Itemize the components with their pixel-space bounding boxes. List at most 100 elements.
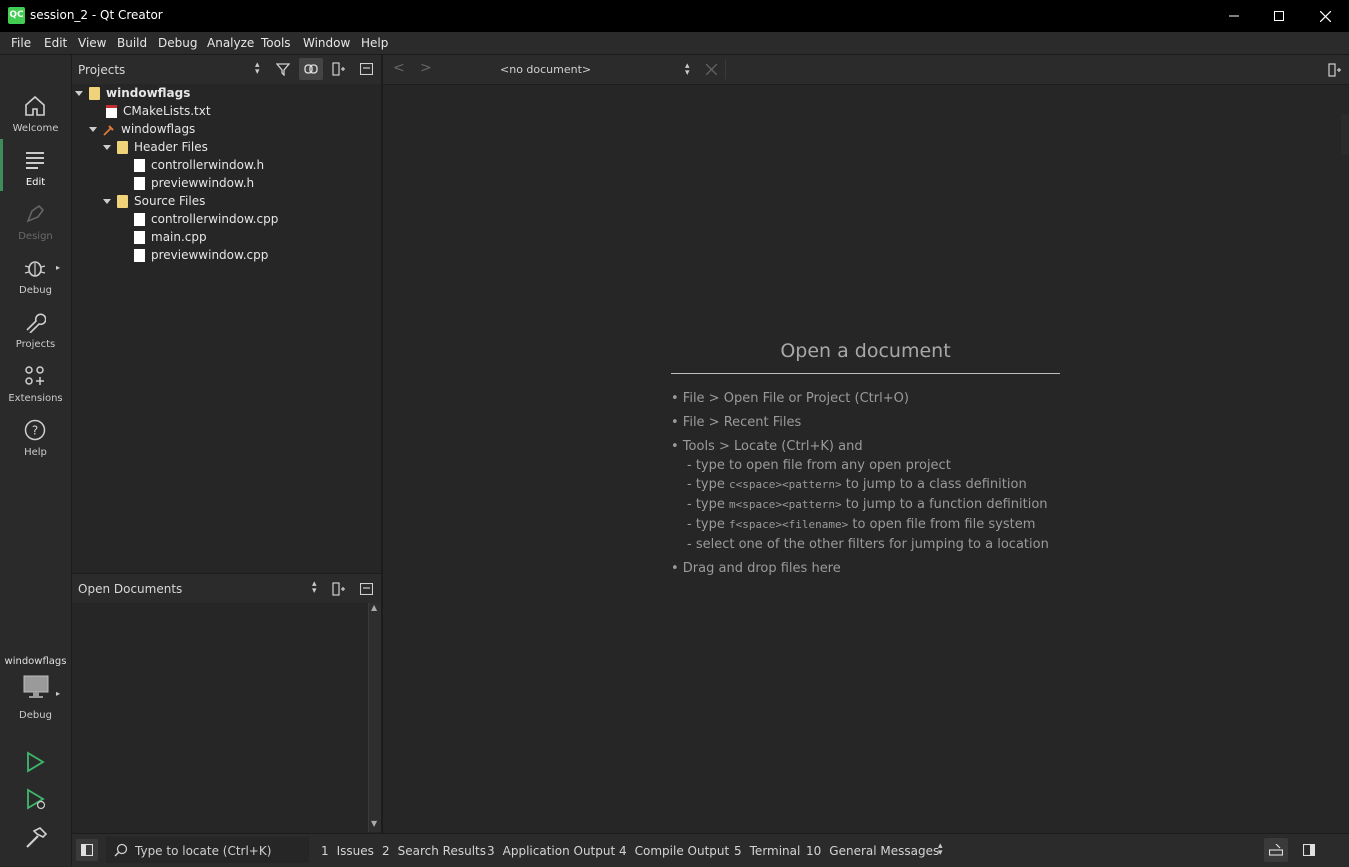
tree-item-file[interactable]: previewwindow.h <box>134 174 254 192</box>
mode-edit[interactable]: Edit <box>0 139 71 193</box>
hint-locate-filesystem: - type f<space><filename> to open file f… <box>687 517 1036 532</box>
open-documents-list[interactable]: ▲ ▼ <box>72 603 381 832</box>
split-pane-icon[interactable] <box>332 62 346 76</box>
cpp-file-icon <box>134 213 145 226</box>
debug-run-button[interactable] <box>24 788 48 812</box>
mode-design-label: Design <box>18 231 53 242</box>
run-play-icon <box>27 751 45 773</box>
collapse-arrow-icon[interactable] <box>89 127 97 132</box>
right-sidebar-toggle-icon[interactable] <box>1303 844 1315 856</box>
maximize-button[interactable] <box>1256 0 1302 32</box>
projects-pane-title[interactable]: Projects <box>78 63 125 77</box>
debug-play-icon <box>27 788 46 810</box>
build-target-hammer-icon <box>103 123 115 136</box>
back-arrow-icon[interactable]: < <box>393 60 405 76</box>
close-pane-icon[interactable] <box>360 63 373 75</box>
document-selector[interactable]: <no document> ▴ ▾ <box>443 58 695 80</box>
menu-debug[interactable]: Debug <box>158 36 197 50</box>
mode-debug-label: Debug <box>19 285 52 296</box>
output-tab-compile-output[interactable]: 4 Compile Output <box>619 844 729 858</box>
vertical-scrollbar[interactable]: ▲ ▼ <box>368 603 381 832</box>
monitor-icon <box>23 675 49 698</box>
run-button[interactable] <box>24 751 48 775</box>
collapse-arrow-icon[interactable] <box>103 145 111 150</box>
menu-view[interactable]: View <box>78 36 106 50</box>
tree-item-project-root[interactable]: windowflags <box>75 84 190 102</box>
mode-help[interactable]: ? Help <box>0 409 71 463</box>
pen-nib-icon <box>26 204 45 223</box>
toggle-sidebar-button[interactable] <box>76 839 98 861</box>
mode-extensions[interactable]: Extensions <box>0 355 71 409</box>
mode-design[interactable]: Design <box>0 193 71 247</box>
menu-edit[interactable]: Edit <box>44 36 67 50</box>
menu-file[interactable]: File <box>11 36 31 50</box>
editor-area[interactable]: Open a document • File > Open File or Pr… <box>383 85 1349 832</box>
split-editor-icon[interactable] <box>1328 63 1342 77</box>
tree-item-file[interactable]: previewwindow.cpp <box>134 246 268 264</box>
close-document-icon[interactable] <box>706 64 717 75</box>
header-file-icon <box>134 177 145 190</box>
tree-item-target[interactable]: windowflags <box>89 120 195 138</box>
editor-scroll-edge <box>1341 115 1349 155</box>
tree-item-file[interactable]: controllerwindow.h <box>134 156 264 174</box>
mode-debug[interactable]: ▸ Debug <box>0 247 71 301</box>
close-window-button[interactable] <box>1302 0 1348 32</box>
menu-window[interactable]: Window <box>303 36 350 50</box>
tree-item-file[interactable]: controllerwindow.cpp <box>134 210 278 228</box>
tree-item-source-files[interactable]: Source Files <box>103 192 205 210</box>
tree-item-file[interactable]: main.cpp <box>134 228 207 246</box>
link-with-editor-button[interactable] <box>299 58 323 80</box>
output-tab-application-output[interactable]: 3 Application Output <box>487 844 615 858</box>
locator-input[interactable]: Type to locate (Ctrl+K) <box>106 837 309 863</box>
build-button[interactable] <box>24 826 48 850</box>
close-pane-icon[interactable] <box>360 583 373 595</box>
hint-drag-drop: • Drag and drop files here <box>671 561 841 576</box>
cpp-file-icon <box>134 249 145 262</box>
editor-toolbar: < > <no document> ▴ ▾ <box>383 55 1349 85</box>
mode-projects-label: Projects <box>15 339 56 350</box>
mode-welcome[interactable]: Welcome <box>0 85 71 139</box>
open-document-heading: Open a document <box>780 340 951 362</box>
tree-item-header-files[interactable]: Header Files <box>103 138 208 156</box>
hint-recent-files: • File > Recent Files <box>671 415 802 430</box>
heading-underline <box>671 373 1060 374</box>
menu-help[interactable]: Help <box>361 36 388 50</box>
minimize-button[interactable] <box>1211 0 1257 32</box>
extensions-grid-icon <box>25 366 44 385</box>
menu-build[interactable]: Build <box>117 36 147 50</box>
kit-selector[interactable]: windowflags ▸ Debug <box>0 646 71 726</box>
header-file-icon <box>134 159 145 172</box>
menu-analyze[interactable]: Analyze <box>207 36 254 50</box>
title-bar: QC session_2 - Qt Creator <box>0 0 1349 32</box>
output-tab-general-messages[interactable]: 10 General Messages <box>806 844 939 858</box>
collapse-arrow-icon[interactable] <box>103 199 111 204</box>
filter-icon[interactable] <box>276 62 290 76</box>
scroll-down-icon[interactable]: ▼ <box>371 819 377 828</box>
output-tab-terminal[interactable]: 5 Terminal <box>734 844 800 858</box>
open-documents-title[interactable]: Open Documents <box>78 582 182 596</box>
collapse-arrow-icon[interactable] <box>75 91 83 96</box>
view-selector-arrows-icon[interactable]: ▴ ▾ <box>312 580 317 596</box>
hint-locate-filters: - select one of the other filters for ju… <box>687 537 1049 552</box>
bug-icon <box>24 261 46 277</box>
view-selector-arrows-icon[interactable]: ▴ ▾ <box>255 61 260 77</box>
mode-help-label: Help <box>24 447 47 458</box>
question-circle-icon: ? <box>24 419 46 441</box>
output-tab-search-results[interactable]: 2 Search Results <box>382 844 486 858</box>
forward-arrow-icon[interactable]: > <box>420 60 432 76</box>
tree-item-cmakelists[interactable]: CMakeLists.txt <box>106 102 211 120</box>
svg-text:?: ? <box>32 424 38 438</box>
expand-arrow-icon: ▸ <box>56 263 61 272</box>
scroll-up-icon[interactable]: ▲ <box>371 603 377 612</box>
more-output-panes-arrows-icon[interactable]: ▴ ▾ <box>938 842 943 858</box>
document-selector-value: <no document> <box>500 63 592 76</box>
mode-projects[interactable]: Projects <box>0 301 71 355</box>
output-tab-issues[interactable]: 1 Issues <box>321 844 374 858</box>
progress-details-icon <box>1269 844 1283 856</box>
toggle-progress-button[interactable] <box>1264 838 1288 862</box>
split-pane-icon[interactable] <box>332 582 346 596</box>
hint-locate-open: - type to open file from any open projec… <box>687 458 951 473</box>
qt-creator-logo-icon: QC <box>8 7 25 24</box>
menu-tools[interactable]: Tools <box>261 36 291 50</box>
hint-open-file: • File > Open File or Project (Ctrl+O) <box>671 391 909 406</box>
